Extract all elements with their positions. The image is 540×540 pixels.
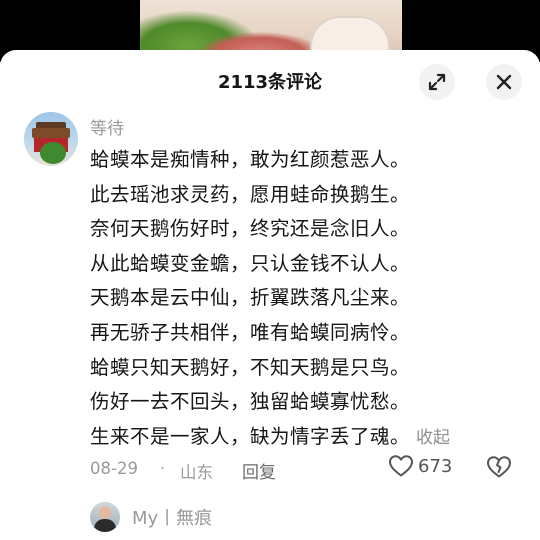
comment-line: 蛤蟆只知天鹅好，不知天鹅是只鸟。 xyxy=(90,355,411,379)
expand-icon xyxy=(428,73,446,91)
like-count: 673 xyxy=(418,455,453,477)
dislike-button[interactable] xyxy=(486,455,512,483)
comment-line: 奈何天鹅伤好时，终究还是念旧人。 xyxy=(90,217,411,241)
meta-separator: · xyxy=(160,459,166,478)
comment-line: 生来不是一家人，缺为情字丢了魂。 xyxy=(90,424,411,448)
like-button[interactable]: 673 xyxy=(388,454,452,478)
expand-button[interactable] xyxy=(419,64,455,100)
broken-heart-icon xyxy=(487,456,511,478)
reply-preview[interactable]: My丨無痕 xyxy=(90,502,212,532)
comments-sheet: 2113条评论 等待 蛤蟆本是痴情种，敢为红颜惹恶人。 此去瑶池求灵药，愿用蛙命… xyxy=(0,50,540,540)
reply-avatar[interactable] xyxy=(90,502,120,532)
comment-line: 伤好一去不回头，独留蛤蟆寡忧愁。 xyxy=(90,390,411,414)
close-button[interactable] xyxy=(486,64,522,100)
reply-username[interactable]: My丨無痕 xyxy=(132,504,212,530)
comment-line: 此去瑶池求灵药，愿用蛙命换鹅生。 xyxy=(90,182,411,206)
commenter-username[interactable]: 等待 xyxy=(90,114,124,139)
heart-icon xyxy=(389,455,413,477)
comment-line: 再无骄子共相伴，唯有蛤蟆同病怜。 xyxy=(90,320,411,344)
comment-line: 蛤蟆本是痴情种，敢为红颜惹恶人。 xyxy=(90,148,411,171)
comment-date: 08-29 xyxy=(90,459,138,478)
comments-count-title: 2113条评论 xyxy=(217,72,323,93)
comment-line: 从此蛤蟆变金蟾，只认金钱不认人。 xyxy=(90,251,411,275)
reply-button[interactable]: 回复 xyxy=(242,458,276,483)
commenter-avatar[interactable] xyxy=(24,112,78,166)
close-icon xyxy=(496,74,512,90)
comment-text: 蛤蟆本是痴情种，敢为红颜惹恶人。 此去瑶池求灵药，愿用蛙命换鹅生。 奈何天鹅伤好… xyxy=(90,143,520,454)
comment-line: 天鹅本是云中仙，折翼跌落凡尘来。 xyxy=(90,286,411,310)
comment-last-line-row: 生来不是一家人，缺为情字丢了魂。 收起 xyxy=(90,420,520,455)
collapse-link[interactable]: 收起 xyxy=(416,428,450,448)
comment-location: 山东 xyxy=(180,463,213,482)
